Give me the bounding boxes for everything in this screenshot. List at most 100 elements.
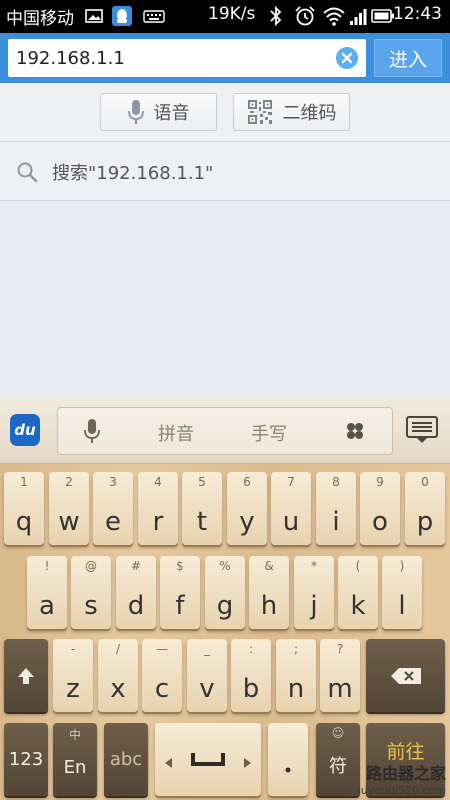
key-a[interactable]: ! a (27, 556, 67, 629)
key-m[interactable]: ? m (320, 639, 360, 712)
key-label: i (332, 507, 340, 537)
search-header: 进入 (0, 33, 450, 83)
key-l[interactable]: ) l (382, 556, 422, 629)
key-sub: 5 (198, 475, 206, 489)
key-x[interactable]: / x (98, 639, 138, 712)
key-label: z (66, 674, 80, 704)
numbers-key[interactable]: 123 (4, 723, 48, 796)
keyboard-icon (143, 10, 165, 23)
key-sub: ! (44, 559, 50, 573)
signal-icon (350, 9, 367, 25)
language-key[interactable]: 中 En (53, 723, 97, 796)
backspace-key[interactable] (366, 639, 445, 712)
battery-icon (371, 9, 394, 23)
voice-search-button[interactable]: 语音 (100, 93, 217, 131)
keyboard-toolbar: du 拼音 手写 (0, 398, 450, 464)
key-label: m (327, 674, 353, 704)
close-icon (341, 52, 353, 64)
key-sub: _ (204, 642, 210, 656)
key-w[interactable]: 2w (49, 472, 89, 545)
key-b[interactable]: :b (231, 639, 271, 712)
keyboard-menu-icon[interactable] (406, 416, 438, 444)
key-p[interactable]: 0p (405, 472, 445, 545)
key-label: x (110, 674, 126, 704)
key-label: j (310, 591, 318, 621)
key-sub: - (70, 642, 76, 656)
key-e[interactable]: 3e (93, 472, 133, 545)
abc-key[interactable]: abc (104, 723, 148, 796)
abc-label: abc (109, 749, 143, 770)
key-sub: : (248, 642, 254, 656)
key-f[interactable]: $ f (160, 556, 200, 629)
key-label: a (39, 591, 55, 621)
key-sub: 2 (65, 475, 73, 489)
network-rate: 19K/s (208, 4, 256, 24)
bluetooth-icon (270, 5, 282, 27)
qr-label: 二维码 (282, 103, 337, 124)
watermark-url: luyouqi520.com (357, 784, 446, 797)
key-sub: 4 (154, 475, 162, 489)
key-d[interactable]: # d (116, 556, 156, 629)
watermark: 路由器之家 luyouqi520.com (330, 760, 446, 798)
key-label: u (282, 507, 300, 537)
key-label: w (58, 507, 80, 537)
clover-icon[interactable] (345, 421, 365, 441)
key-c[interactable]: — c (142, 639, 182, 712)
url-box[interactable] (8, 39, 366, 77)
key-s[interactable]: @ s (71, 556, 111, 629)
key-sub: ? (336, 642, 344, 656)
mode-pinyin[interactable]: 拼音 (158, 420, 194, 446)
symbol-sub: ☺ (331, 726, 345, 740)
key-label: g (216, 591, 234, 621)
key-q[interactable]: 1q (4, 472, 44, 545)
key-sub: @ (85, 559, 97, 573)
key-sub: 7 (287, 475, 295, 489)
shift-arrow-icon (18, 667, 34, 684)
keyboard-microphone-icon[interactable] (84, 418, 100, 444)
qr-code-icon (247, 100, 272, 124)
shift-wrap (4, 639, 48, 712)
space-key[interactable] (155, 723, 261, 796)
enter-button[interactable]: 进入 (374, 39, 442, 77)
key-v[interactable]: _ v (187, 639, 227, 712)
key-sub: / (115, 642, 121, 656)
input-mode-bar: 拼音 手写 (57, 407, 393, 455)
watermark-title: 路由器之家 (365, 764, 446, 783)
key-o[interactable]: 9o (360, 472, 400, 545)
backspace-icon (390, 667, 421, 684)
key-h[interactable]: & h (249, 556, 289, 629)
key-u[interactable]: 7u (271, 472, 311, 545)
key-j[interactable]: * j (294, 556, 334, 629)
shift-key[interactable] (4, 639, 48, 712)
backspace-wrap (366, 639, 445, 712)
mode-handwrite[interactable]: 手写 (251, 420, 287, 446)
key-label: b (242, 674, 260, 704)
microphone-icon (127, 100, 144, 124)
key-sub: 1 (20, 475, 28, 489)
suggestion-text: 搜索"192.168.1.1" (52, 162, 214, 184)
key-i[interactable]: 8i (316, 472, 356, 545)
key-label: e (105, 507, 121, 537)
clear-button[interactable] (336, 47, 358, 69)
key-n[interactable]: ; n (276, 639, 316, 712)
cursor-left-icon (165, 758, 172, 768)
period-dot-icon (285, 767, 291, 773)
key-sub: 6 (243, 475, 251, 489)
key-sub: 3 (109, 475, 117, 489)
qr-scan-button[interactable]: 二维码 (233, 93, 350, 131)
key-t[interactable]: 5t (182, 472, 222, 545)
search-icon (17, 162, 38, 182)
key-label: n (287, 674, 305, 704)
key-k[interactable]: (k (338, 556, 378, 629)
url-input[interactable] (8, 39, 328, 77)
key-z[interactable]: -z (53, 639, 93, 712)
search-suggestion[interactable]: 搜索"192.168.1.1" (0, 143, 450, 201)
alarm-icon (295, 6, 315, 26)
key-sub: * (311, 559, 317, 573)
key-r[interactable]: 4r (138, 472, 178, 545)
key-label: k (350, 591, 366, 621)
baidu-input-logo[interactable]: du (10, 414, 40, 446)
period-key[interactable] (268, 723, 308, 796)
key-g[interactable]: % g (205, 556, 245, 629)
key-y[interactable]: 6y (227, 472, 267, 545)
